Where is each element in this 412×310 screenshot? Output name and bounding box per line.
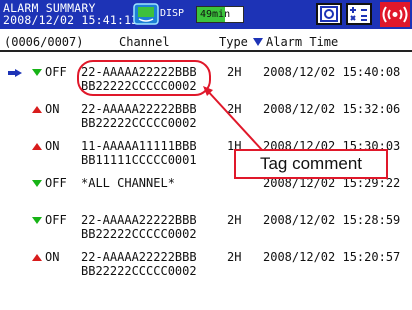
disp-label: DISP <box>160 8 185 19</box>
column-alarm-time[interactable]: Alarm Time <box>266 35 338 49</box>
alarm-on-icon <box>32 254 42 261</box>
timer-label: 49min <box>200 9 231 20</box>
alarm-time: 2008/12/02 15:40:08 <box>263 65 401 79</box>
table-row[interactable]: OFF *ALL CHANNEL* 2008/12/02 15:29:22 <box>0 175 412 211</box>
alarm-off-icon <box>32 69 42 76</box>
sort-down-icon <box>253 35 263 49</box>
column-type[interactable]: Type <box>219 35 248 49</box>
alarm-time: 2008/12/02 15:32:06 <box>263 102 401 116</box>
alarm-sound-icon[interactable] <box>380 2 410 27</box>
channel-tag: 22-AAAAA22222BBB <box>81 213 197 227</box>
current-datetime: 2008/12/02 15:41:13 <box>3 13 139 27</box>
tag-comment-highlight <box>77 60 211 96</box>
alarm-on-icon <box>32 106 42 113</box>
alarm-type: 2H <box>227 213 242 227</box>
alarm-time: 2008/12/02 15:28:59 <box>263 213 401 227</box>
alarm-type: 2H <box>227 65 242 79</box>
tag-comment-callout: Tag comment <box>234 149 388 179</box>
alarm-off-icon <box>32 180 42 187</box>
math-icon[interactable] <box>346 3 372 25</box>
channel-comment: BB22222CCCCC0002 <box>81 264 197 278</box>
timer-bar: 49min <box>196 6 244 23</box>
table-row[interactable]: ON 22-AAAAA22222BBB BB22222CCCCC0002 2H … <box>0 101 412 137</box>
screen-title: ALARM SUMMARY 2008/12/02 15:41:13 <box>3 2 138 26</box>
alarm-state: ON <box>45 250 60 264</box>
table-row[interactable]: OFF 22-AAAAA22222BBB BB22222CCCCC0002 2H… <box>0 212 412 248</box>
alarm-type: 2H <box>227 250 242 264</box>
alarm-off-icon <box>32 217 42 224</box>
channel-comment: BB11111CCCCC0001 <box>81 153 197 167</box>
channel-tag: 22-AAAAA22222BBB <box>81 102 197 116</box>
channel-comment: BB22222CCCCC0002 <box>81 227 197 241</box>
alarm-state: OFF <box>45 176 67 190</box>
alarm-state: OFF <box>45 213 67 227</box>
table-header: (0006/0007) Channel Type Alarm Time <box>0 30 412 52</box>
alarm-state: ON <box>45 139 60 153</box>
alarm-type: 2H <box>227 102 242 116</box>
cursor-arrow-icon <box>8 69 22 77</box>
alarm-on-icon <box>32 143 42 150</box>
alarm-time: 2008/12/02 15:20:57 <box>263 250 401 264</box>
alarm-state: ON <box>45 102 60 116</box>
table-row[interactable]: ON 22-AAAAA22222BBB BB22222CCCCC0002 2H … <box>0 249 412 285</box>
channel-tag: 11-AAAAA11111BBB <box>81 139 197 153</box>
monitor-icon[interactable] <box>133 3 159 25</box>
title-bar: ALARM SUMMARY 2008/12/02 15:41:13 DISP 4… <box>0 0 412 29</box>
alarm-count: (0006/0007) <box>4 35 84 49</box>
display-mode-icon[interactable] <box>316 3 342 25</box>
channel-tag: 22-AAAAA22222BBB <box>81 250 197 264</box>
channel-tag: *ALL CHANNEL* <box>81 176 175 190</box>
alarm-state: OFF <box>45 65 67 79</box>
channel-comment: BB22222CCCCC0002 <box>81 116 197 130</box>
column-channel[interactable]: Channel <box>119 35 170 49</box>
